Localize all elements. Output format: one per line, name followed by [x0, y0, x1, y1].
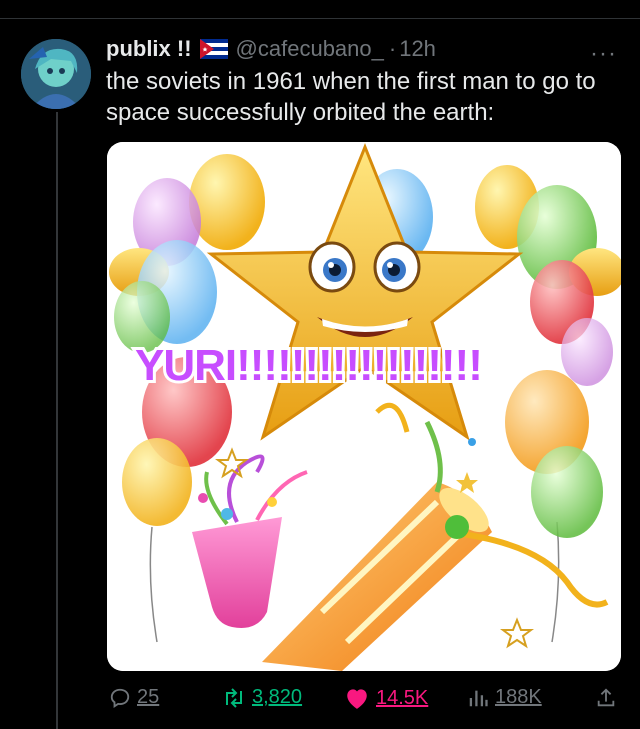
retweet-button[interactable]: 3,820 [222, 686, 302, 709]
reply-icon [110, 688, 130, 708]
retweet-count: 3,820 [252, 686, 303, 708]
thread-line [56, 112, 58, 729]
separator-dot: · [388, 36, 397, 61]
avatar[interactable] [21, 39, 91, 109]
user-handle[interactable]: @cafecubano_ [236, 36, 384, 62]
display-name[interactable]: publix !! [106, 36, 192, 62]
avatar-image [21, 39, 91, 109]
timestamp[interactable]: 12h [399, 36, 436, 62]
cuba-flag-icon [199, 39, 228, 59]
action-bar: 25 3,820 14.5K 188K [0, 686, 640, 714]
heart-icon [347, 689, 367, 709]
tweet-header: publix !! @cafecubano_ · 12h [106, 36, 436, 62]
share-button[interactable] [595, 686, 617, 710]
views-icon [469, 690, 488, 706]
share-icon [597, 688, 615, 707]
like-button[interactable]: 14.5K [344, 686, 428, 710]
meme-illustration: YURI!!!!!!!!!!!!!!!!!! [107, 142, 621, 671]
more-options-icon[interactable]: ··· [590, 40, 617, 68]
top-divider [0, 18, 640, 19]
views-button[interactable]: 188K [467, 686, 542, 709]
retweet-icon [226, 687, 242, 708]
like-count: 14.5K [376, 686, 429, 709]
tweet-media-image[interactable]: YURI!!!!!!!!!!!!!!!!!! [107, 142, 621, 671]
reply-button[interactable]: 25 [109, 686, 159, 709]
tweet-text: the soviets in 1961 when the first man t… [106, 68, 596, 126]
reply-count: 25 [137, 686, 160, 708]
meme-caption: YURI!!!!!!!!!!!!!!!!!! [135, 341, 482, 390]
views-count: 188K [495, 686, 542, 708]
